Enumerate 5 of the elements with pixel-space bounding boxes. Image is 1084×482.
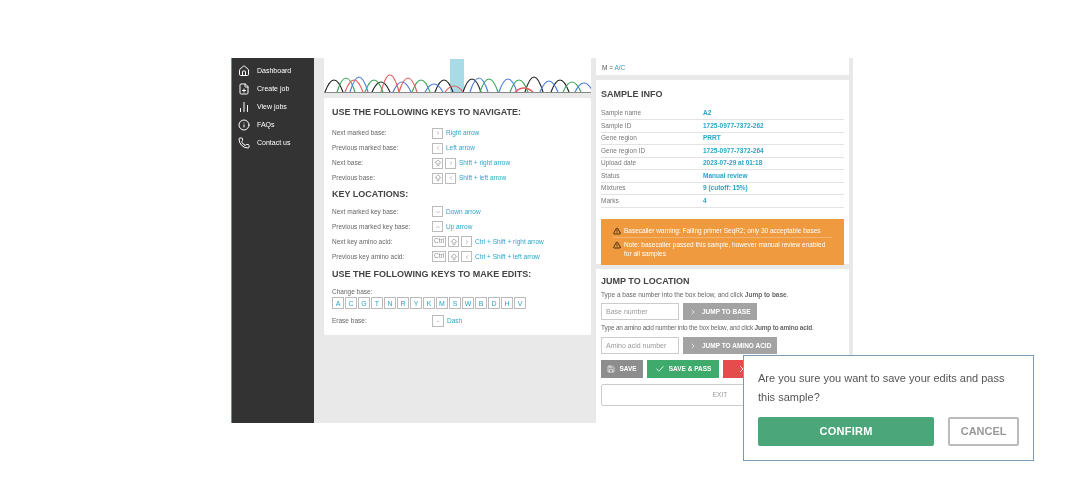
section-title: USE THE FOLLOWING KEYS TO MAKE EDITS: [332,268,533,281]
section-title: USE THE FOLLOWING KEYS TO NAVIGATE: [332,106,522,119]
section-title: JUMP TO LOCATION [601,275,691,288]
section-title: KEY LOCATIONS: [332,187,410,201]
section-title: SAMPLE INFO [601,88,664,101]
